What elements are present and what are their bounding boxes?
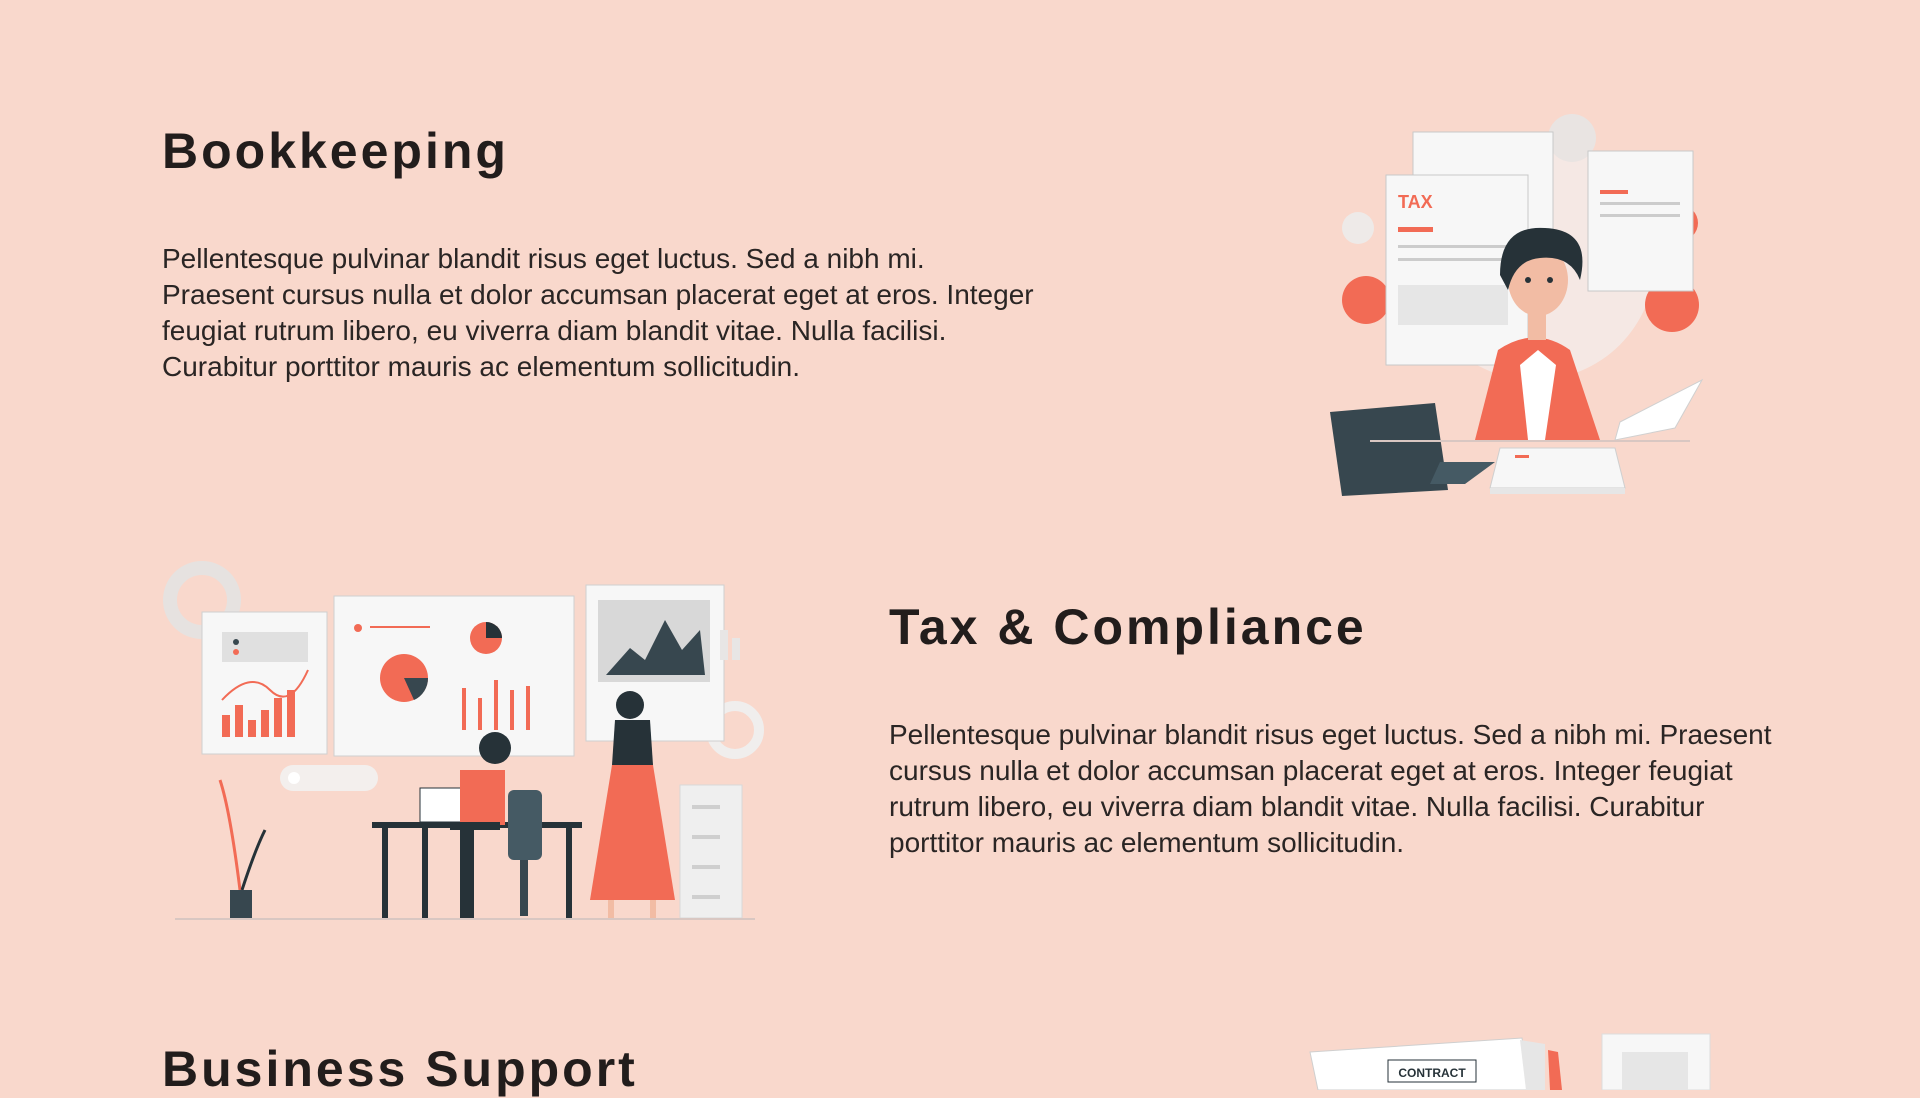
section-text-tax-compliance: Pellentesque pulvinar blandit risus eget… <box>889 719 1772 858</box>
bookkeeping-illustration: TAX <box>1330 114 1704 496</box>
tax-compliance-illustration <box>163 561 764 920</box>
section-text-bookkeeping: Pellentesque pulvinar blandit risus eget… <box>162 243 1034 382</box>
laptop-icon <box>1330 403 1448 496</box>
tax-doc-label: TAX <box>1398 192 1433 212</box>
contract-label: CONTRACT <box>1398 1066 1466 1080</box>
section-title-business-support: Business Support <box>162 1041 638 1097</box>
plant-pot-icon <box>230 890 252 918</box>
section-title-tax-compliance: Tax & Compliance <box>889 599 1367 655</box>
coin-icon <box>1342 276 1390 324</box>
business-support-illustration: CONTRACT <box>1309 1033 1711 1090</box>
section-title-bookkeeping: Bookkeeping <box>162 123 509 179</box>
